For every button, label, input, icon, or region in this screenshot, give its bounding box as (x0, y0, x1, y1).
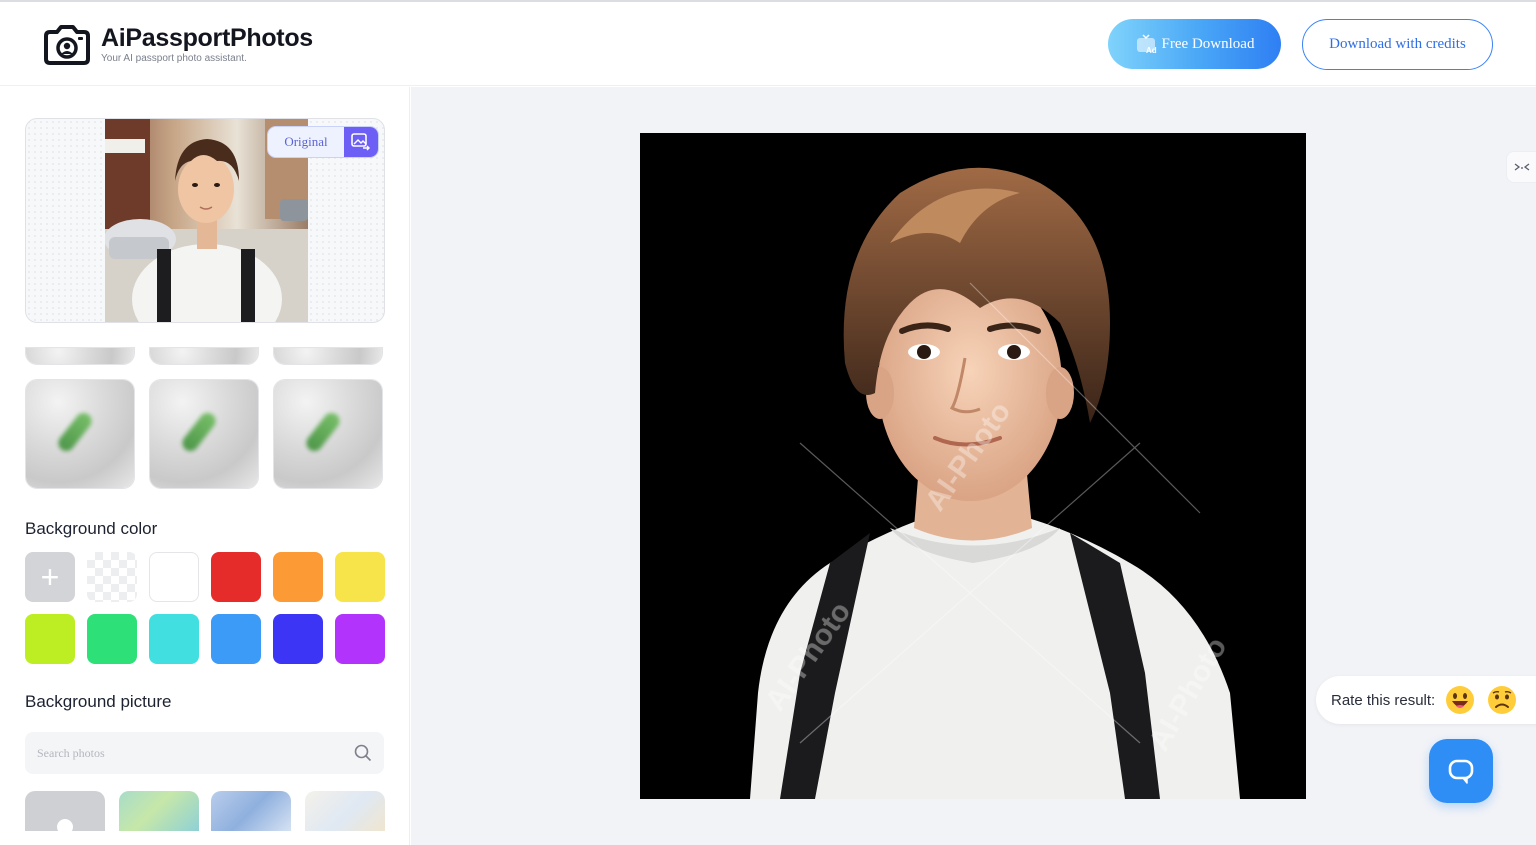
collapse-icon[interactable] (1506, 151, 1536, 183)
color-swatch-green[interactable] (87, 614, 137, 664)
free-download-label: Free Download (1161, 35, 1255, 52)
style-tile[interactable] (149, 379, 259, 489)
color-swatch-indigo[interactable] (273, 614, 323, 664)
background-picture-list (25, 791, 385, 831)
result-photo: AI-Photo AI-Photo AI-Photo (640, 133, 1306, 799)
background-picture-thumb[interactable] (211, 791, 291, 831)
app-header: AiPassportPhotos Your AI passport photo … (0, 2, 1536, 86)
style-tile[interactable] (273, 379, 383, 489)
color-swatch-lime[interactable] (25, 614, 75, 664)
original-toggle[interactable]: Original (267, 126, 379, 158)
svg-text:Ad: Ad (1146, 46, 1157, 55)
style-tile[interactable] (149, 347, 259, 365)
editor-sidebar: Original Background color + Background p… (0, 87, 410, 845)
brand-tagline: Your AI passport photo assistant. (101, 53, 247, 64)
color-swatch-red[interactable] (211, 552, 261, 602)
color-swatch-yellow[interactable] (335, 552, 385, 602)
ad-tv-icon: Ad (1136, 34, 1157, 55)
color-swatch-white[interactable] (149, 552, 199, 602)
brand-name: AiPassportPhotos (101, 24, 313, 52)
search-icon[interactable] (354, 744, 372, 762)
color-swatch-orange[interactable] (273, 552, 323, 602)
color-swatch-cyan[interactable] (149, 614, 199, 664)
upload-background-thumb[interactable] (25, 791, 105, 831)
background-picture-title: Background picture (25, 692, 172, 711)
download-credits-label: Download with credits (1329, 36, 1466, 52)
style-tile[interactable] (25, 347, 135, 365)
original-photo-card[interactable]: Original (25, 118, 385, 323)
happy-face-icon[interactable] (1445, 685, 1475, 715)
add-color-button[interactable]: + (25, 552, 75, 602)
chat-bubble-icon[interactable] (1429, 739, 1493, 803)
brand-logo[interactable]: AiPassportPhotos Your AI passport photo … (42, 24, 313, 66)
style-tile[interactable] (273, 347, 383, 365)
background-color-title: Background color (25, 519, 158, 538)
color-swatch-transparent[interactable] (87, 552, 137, 602)
original-label: Original (284, 134, 328, 149)
camera-icon (44, 25, 90, 65)
download-with-credits-button[interactable]: Download with credits (1302, 19, 1493, 70)
free-download-button[interactable]: Ad Free Download (1108, 19, 1281, 69)
rate-label: Rate this result: (1331, 691, 1436, 709)
color-swatch-purple[interactable] (335, 614, 385, 664)
preview-area: AI-Photo AI-Photo AI-Photo Rate this res… (411, 87, 1536, 845)
search-input[interactable] (37, 745, 354, 761)
rate-result-widget: Rate this result: (1316, 676, 1536, 724)
color-swatch-blue[interactable] (211, 614, 261, 664)
sad-face-icon[interactable] (1487, 685, 1517, 715)
image-swap-icon[interactable] (344, 127, 378, 157)
background-picture-thumb[interactable] (305, 791, 385, 831)
style-tile[interactable] (25, 379, 135, 489)
photo-search (25, 732, 384, 774)
background-picture-thumb[interactable] (119, 791, 199, 831)
